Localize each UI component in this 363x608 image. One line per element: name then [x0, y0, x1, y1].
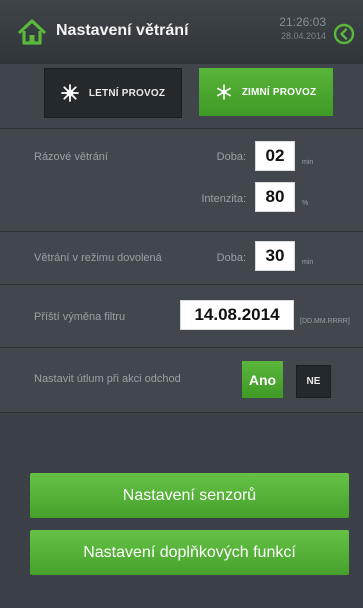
- burst-ventilation-label: Rázové větrání: [34, 151, 108, 163]
- holiday-duration-label: Doba:: [216, 252, 246, 264]
- holiday-ventilation-section: Větrání v režimu dovolená Doba: 30 min: [0, 232, 363, 285]
- holiday-ventilation-label: Větrání v režimu dovolená: [34, 252, 162, 264]
- clock-date: 28.04.2014: [280, 31, 326, 41]
- holiday-duration-unit: min: [302, 259, 314, 266]
- burst-intensity-unit: %: [302, 200, 309, 207]
- winter-mode-label: ZIMNÍ PROVOZ: [241, 86, 317, 98]
- filter-change-label: Příští výměna filtru: [34, 311, 126, 323]
- sensor-settings-button[interactable]: Nastavení senzorů: [30, 473, 349, 518]
- summer-mode-label: LETNÍ PROVOZ: [88, 87, 166, 99]
- filter-date-input[interactable]: 14.08.2014: [180, 300, 294, 330]
- filter-change-section: Příští výměna filtru 14.08.2014 [DD.MM.R…: [0, 285, 363, 348]
- burst-duration-input[interactable]: 02: [255, 141, 295, 171]
- back-icon[interactable]: [333, 23, 355, 45]
- summer-mode-button[interactable]: LETNÍ PROVOZ: [44, 68, 182, 118]
- leave-action-label: Nastavit útlum při akci odchod: [34, 373, 181, 385]
- yes-button[interactable]: Ano: [242, 361, 283, 398]
- date-format-hint: [DD.MM.RRRR]: [300, 318, 350, 325]
- holiday-duration-input[interactable]: 30: [255, 241, 295, 271]
- clock-time: 21:26:03: [279, 15, 326, 29]
- header-bar: Nastavení větrání 21:26:03 28.04.2014: [0, 0, 363, 65]
- winter-mode-button[interactable]: ZIMNÍ PROVOZ: [199, 68, 333, 116]
- mode-selector: LETNÍ PROVOZ ZIMNÍ PROVOZ: [0, 64, 363, 129]
- page-title: Nastavení větrání: [56, 22, 189, 39]
- sun-icon: [60, 84, 79, 102]
- snowflake-icon: [216, 84, 232, 100]
- extra-functions-button[interactable]: Nastavení doplňkových funkcí: [30, 530, 349, 575]
- burst-ventilation-section: Rázové větrání Doba: 02 min Intenzita: 8…: [0, 129, 363, 232]
- no-button[interactable]: NE: [296, 365, 331, 398]
- burst-duration-label: Doba:: [216, 151, 246, 163]
- burst-intensity-label: Intenzita:: [201, 193, 246, 205]
- home-icon[interactable]: [18, 19, 46, 45]
- burst-intensity-input[interactable]: 80: [255, 182, 295, 212]
- burst-duration-unit: min: [302, 159, 314, 166]
